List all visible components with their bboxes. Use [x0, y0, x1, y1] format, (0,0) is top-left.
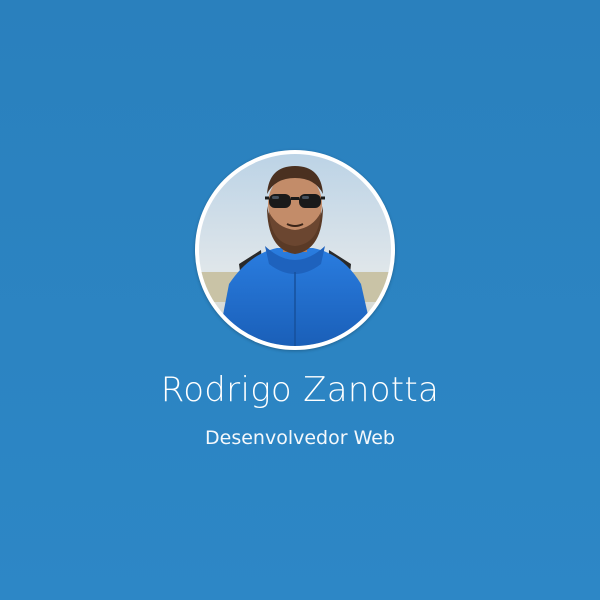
profile-name: Rodrigo Zanotta [160, 370, 440, 410]
profile-role: Desenvolvedor Web [205, 427, 395, 449]
avatar [195, 150, 395, 350]
profile-card: Rodrigo Zanotta Desenvolvedor Web [0, 0, 600, 600]
person-portrait-icon [199, 154, 391, 346]
avatar-photo [199, 154, 391, 346]
